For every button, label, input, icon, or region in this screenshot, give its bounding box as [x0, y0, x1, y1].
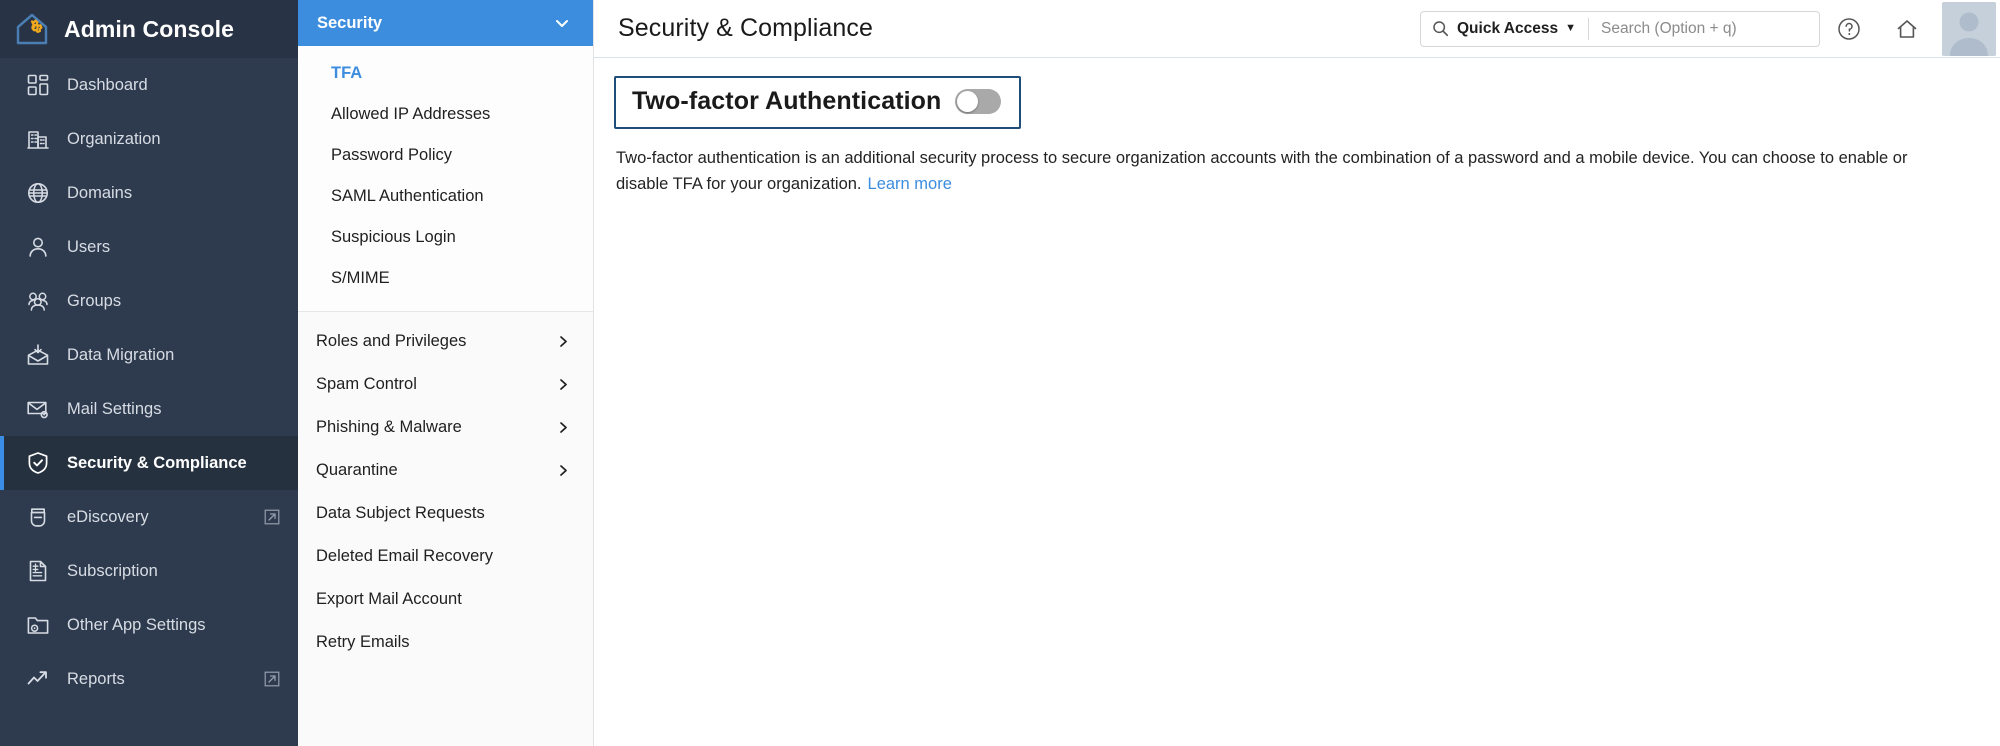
subnav-row-data-subject-requests[interactable]: Data Subject Requests [298, 492, 593, 535]
folder-gear-icon [27, 617, 49, 634]
sidebar-item-data-migration[interactable]: Data Migration [0, 328, 298, 382]
sidebar-item-domains[interactable]: Domains [0, 166, 298, 220]
subnav-item-allowed-ip-addresses[interactable]: Allowed IP Addresses [298, 94, 593, 135]
subnav-item-smime[interactable]: S/MIME [298, 258, 593, 299]
building-icon [27, 131, 49, 149]
content-area: Two-factor Authentication Two-factor aut… [594, 58, 2000, 746]
sidebar-item-label: Domains [67, 183, 133, 202]
search-icon [1433, 21, 1449, 37]
subnav-row-retry-emails[interactable]: Retry Emails [298, 621, 593, 664]
sidebar-item-groups[interactable]: Groups [0, 274, 298, 328]
top-bar: Security & Compliance Quick Access ▼ [594, 0, 2000, 58]
sidebar-item-reports[interactable]: Reports [0, 652, 298, 706]
tfa-title: Two-factor Authentication [632, 87, 942, 115]
subnav-row-label: Export Mail Account [316, 590, 462, 608]
avatar-placeholder-icon [1942, 1, 1996, 56]
subnav-row-spam-control[interactable]: Spam Control [298, 363, 593, 406]
search-divider [1588, 17, 1589, 40]
sidebar-item-label: Data Migration [67, 345, 175, 364]
mail-download-icon [27, 344, 49, 365]
sidebar-item-label: Groups [67, 291, 122, 310]
bag-icon [30, 508, 46, 527]
subnav-row-label: Roles and Privileges [316, 332, 467, 350]
search-bar[interactable]: Quick Access ▼ [1420, 10, 1820, 47]
sidebar-item-organization[interactable]: Organization [0, 112, 298, 166]
tfa-description: Two-factor authentication is an addition… [616, 145, 1936, 197]
brand-title: Admin Console [64, 15, 234, 42]
user-icon [29, 237, 47, 257]
subnav-row-quarantine[interactable]: Quarantine [298, 449, 593, 492]
sidebar-item-dashboard[interactable]: Dashboard [0, 58, 298, 112]
mail-gear-icon [27, 401, 48, 419]
users-group-icon [28, 292, 48, 311]
sidebar-item-label: eDiscovery [67, 507, 149, 526]
external-link-icon [264, 509, 280, 525]
subnav-row-export-mail-account[interactable]: Export Mail Account [298, 578, 593, 621]
subnav-item-password-policy[interactable]: Password Policy [298, 135, 593, 176]
quick-access-caret-icon[interactable]: ▼ [1565, 23, 1576, 34]
quick-access-label[interactable]: Quick Access [1457, 20, 1558, 38]
help-circle-icon[interactable] [1836, 16, 1862, 42]
subnav-row-label: Data Subject Requests [316, 504, 485, 522]
sidebar-item-label: Mail Settings [67, 399, 162, 418]
sidebar-item-subscription[interactable]: Subscription [0, 544, 298, 598]
app-root: Admin Console Dashboard Organization Dom… [0, 0, 2000, 746]
tfa-toggle[interactable] [955, 89, 1002, 114]
chevron-right-icon [560, 465, 567, 476]
sidebar-item-label: Other App Settings [67, 615, 206, 634]
chevron-right-icon [560, 422, 567, 433]
sidebar-item-security-compliance[interactable]: Security & Compliance [0, 436, 298, 490]
subnav-row-label: Deleted Email Recovery [316, 547, 493, 565]
sidebar-item-label: Dashboard [67, 75, 148, 94]
subnav-item-tfa[interactable]: TFA [298, 53, 593, 94]
subnav-row-label: Spam Control [316, 375, 417, 393]
subnav-list: Roles and Privileges Spam Control Phishi… [298, 312, 593, 664]
sidebar-item-ediscovery[interactable]: eDiscovery [0, 490, 298, 544]
external-link-icon [264, 671, 280, 687]
chevron-right-icon [560, 336, 567, 347]
chevron-right-icon [560, 379, 567, 390]
sidebar-item-label: Users [67, 237, 111, 256]
subnav-row-label: Quarantine [316, 461, 398, 479]
sidebar-item-mail-settings[interactable]: Mail Settings [0, 382, 298, 436]
subnav-row-phishing-and-malware[interactable]: Phishing & Malware [298, 406, 593, 449]
trend-arrow-icon [27, 671, 47, 685]
brand-header: Admin Console [0, 0, 298, 58]
sidebar-item-label: Subscription [67, 561, 158, 580]
sidebar-item-label: Security & Compliance [67, 453, 247, 472]
page-title: Security & Compliance [618, 14, 873, 42]
avatar[interactable] [1942, 1, 1996, 56]
sidebar-nav: Dashboard Organization Domains Users Gro… [0, 58, 298, 746]
top-bar-right: Quick Access ▼ [1420, 1, 2000, 56]
sidebar-item-label: Reports [67, 669, 125, 688]
subnav-header-security[interactable]: Security [298, 0, 593, 46]
tfa-header-focus-box: Two-factor Authentication [614, 76, 1022, 129]
subnav-row-deleted-email-recovery[interactable]: Deleted Email Recovery [298, 535, 593, 578]
sidebar-item-users[interactable]: Users [0, 220, 298, 274]
house-gear-icon [16, 13, 48, 45]
subnav-row-roles-and-privileges[interactable]: Roles and Privileges [298, 320, 593, 363]
secondary-nav: Security TFA Allowed IP Addresses Passwo… [298, 0, 594, 746]
shield-check-icon [28, 452, 48, 474]
search-input[interactable] [1601, 11, 1819, 46]
subnav-item-saml-authentication[interactable]: SAML Authentication [298, 176, 593, 217]
dashboard-grid-icon [27, 74, 49, 96]
chevron-down-icon [556, 20, 568, 27]
main-area: Security & Compliance Quick Access ▼ Sea… [594, 0, 2000, 746]
home-icon[interactable] [1894, 16, 1920, 42]
subnav-header-label: Security [317, 13, 383, 32]
invoice-dollar-icon [29, 560, 47, 582]
learn-more-link[interactable]: Learn more [868, 175, 952, 193]
subnav-security-group: TFA Allowed IP Addresses Password Policy… [298, 46, 593, 312]
tfa-description-text: Two-factor authentication is an addition… [616, 149, 1908, 193]
sidebar-item-other-app-settings[interactable]: Other App Settings [0, 598, 298, 652]
subnav-item-suspicious-login[interactable]: Suspicious Login [298, 217, 593, 258]
tfa-toggle-knob [957, 91, 979, 112]
subnav-row-label: Retry Emails [316, 633, 410, 651]
primary-sidebar: Admin Console Dashboard Organization Dom… [0, 0, 298, 746]
globe-icon [28, 183, 48, 203]
subnav-row-label: Phishing & Malware [316, 418, 462, 436]
sidebar-item-label: Organization [67, 129, 161, 148]
